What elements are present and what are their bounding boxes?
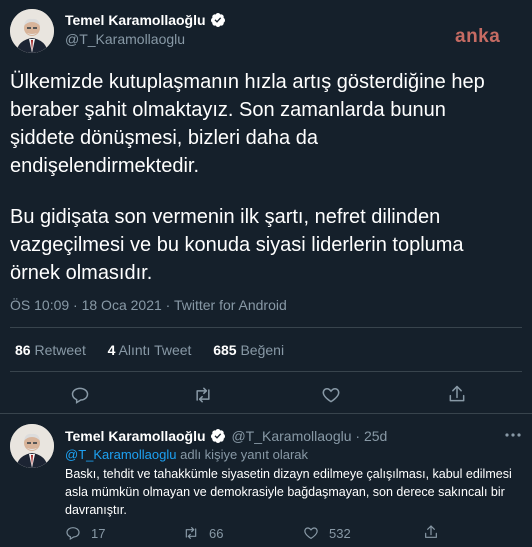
retweet-icon[interactable] [193, 385, 213, 405]
retweets-stat[interactable]: 86 Retweet [15, 342, 86, 358]
reply-tweet-text: Baskı, tehdit ve tahakkümle siyasetin di… [65, 467, 512, 517]
share-icon[interactable] [423, 524, 439, 540]
author-name[interactable]: Temel Karamollaoğlu [65, 12, 206, 28]
reply-author-avatar[interactable] [10, 424, 54, 468]
divider [10, 327, 522, 328]
author-avatar[interactable] [10, 9, 54, 53]
tweet-text-paragraph-1: Ülkemizde kutuplaşmanın hızla artış göst… [10, 71, 485, 177]
reply-action-retweet[interactable]: 66 [183, 524, 223, 542]
like-count: 532 [329, 525, 351, 541]
reply-count: 17 [91, 525, 106, 541]
tweet-timestamp-meta[interactable]: ÖS 10:09 · 18 Oca 2021 · Twitter for And… [10, 297, 287, 313]
quote-tweets-stat[interactable]: 4 Alıntı Tweet [108, 342, 192, 358]
share-icon[interactable] [447, 384, 467, 404]
reply-age[interactable]: 25d [364, 428, 387, 444]
reply-author-name[interactable]: Temel Karamollaoğlu [65, 428, 206, 444]
likes-stat[interactable]: 685 Beğeni [213, 342, 284, 358]
separator-dot: · [355, 428, 361, 444]
tweet-stats-bar: 86 Retweet 4 Alıntı Tweet 685 Beğeni [15, 342, 284, 358]
reply-to-label: adlı kişiye yanıt olarak [180, 447, 309, 462]
retweet-icon[interactable] [183, 525, 199, 541]
tweet-text-paragraph-2: Bu gidişata son vermenin ilk şartı, nefr… [10, 206, 464, 284]
author-handle[interactable]: @T_Karamollaoglu [65, 31, 185, 47]
like-heart-icon[interactable] [321, 385, 341, 405]
like-heart-icon[interactable] [303, 525, 319, 541]
anka-watermark-logo: anka [455, 26, 501, 47]
divider [0, 413, 532, 414]
reply-icon[interactable] [70, 385, 90, 405]
verified-badge-icon [210, 12, 226, 33]
reply-action-reply[interactable]: 17 [65, 524, 105, 542]
reply-to-handle-link[interactable]: @T_Karamollaoglu [65, 447, 176, 462]
retweet-count: 66 [209, 525, 224, 541]
reply-action-like[interactable]: 532 [303, 524, 351, 542]
reply-author-handle[interactable]: @T_Karamollaoglu [231, 428, 351, 444]
reply-icon[interactable] [65, 525, 81, 541]
divider [10, 371, 522, 372]
verified-badge-icon [210, 428, 226, 447]
more-options-icon[interactable] [504, 430, 522, 440]
